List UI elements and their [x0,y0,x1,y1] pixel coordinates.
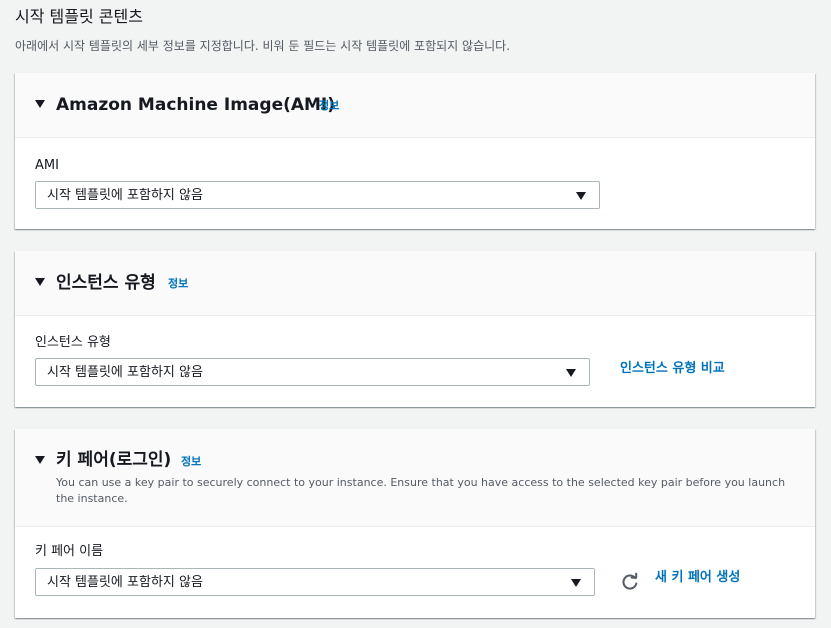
instance-type-field-label: 인스턴스 유형 [35,335,111,350]
instance-type-panel-title: 인스턴스 유형 [56,273,156,293]
create-key-pair-link[interactable]: 새 키 페어 생성 [655,569,740,587]
chevron-down-icon [576,192,586,200]
ami-select-value: 시작 템플릿에 포함하지 않음 [47,188,203,203]
instance-type-select-value: 시작 템플릿에 포함하지 않음 [47,365,203,380]
page-title: 시작 템플릿 콘텐츠 [15,7,143,26]
chevron-down-icon [571,579,581,587]
ami-info-link[interactable]: 정보 [319,99,339,113]
key-pair-description: You can use a key pair to securely conne… [56,476,786,505]
ami-panel-body: AMI 시작 템플릿에 포함하지 않음 [15,138,815,229]
ami-collapse-caret-icon[interactable] [35,100,45,108]
key-pair-field-label: 키 페어 이름 [35,544,104,559]
key-pair-collapse-caret-icon[interactable] [35,456,45,464]
page-description: 아래에서 시작 템플릿의 세부 정보를 지정합니다. 비워 둔 필드는 시작 템… [15,39,511,53]
ami-field-label: AMI [35,158,59,173]
compare-instance-types-link[interactable]: 인스턴스 유형 비교 [620,360,725,378]
instance-type-panel: 인스턴스 유형 정보 인스턴스 유형 시작 템플릿에 포함하지 않음 인스턴스 … [15,251,815,407]
refresh-icon[interactable] [620,572,640,592]
key-pair-info-link[interactable]: 정보 [181,455,201,469]
key-pair-panel-header: 키 페어(로그인) 정보 You can use a key pair to s… [15,429,815,527]
key-pair-select-value: 시작 템플릿에 포함하지 않음 [47,575,203,590]
key-pair-panel-body: 키 페어 이름 시작 템플릿에 포함하지 않음 새 키 페어 생성 [15,527,815,618]
ami-panel-header: Amazon Machine Image(AMI) 정보 [15,73,815,138]
ami-panel-title: Amazon Machine Image(AMI) [56,95,336,115]
key-pair-panel-title: 키 페어(로그인) [56,450,172,470]
instance-type-panel-header: 인스턴스 유형 정보 [15,251,815,316]
key-pair-select[interactable]: 시작 템플릿에 포함하지 않음 [35,568,595,596]
chevron-down-icon [566,369,576,377]
ami-panel: Amazon Machine Image(AMI) 정보 AMI 시작 템플릿에… [15,73,815,229]
instance-type-collapse-caret-icon[interactable] [35,278,45,286]
instance-type-info-link[interactable]: 정보 [168,277,188,291]
key-pair-panel: 키 페어(로그인) 정보 You can use a key pair to s… [15,429,815,618]
ami-select[interactable]: 시작 템플릿에 포함하지 않음 [35,181,600,209]
instance-type-select[interactable]: 시작 템플릿에 포함하지 않음 [35,358,590,386]
instance-type-panel-body: 인스턴스 유형 시작 템플릿에 포함하지 않음 인스턴스 유형 비교 [15,316,815,407]
